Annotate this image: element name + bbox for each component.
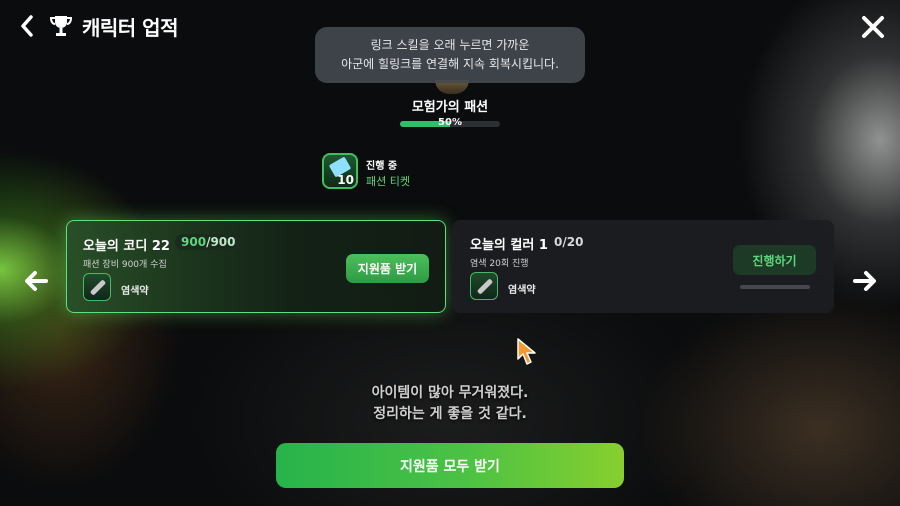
inventory-notice: 아이템이 많아 무거워졌다. 정리하는 게 좋을 것 같다. bbox=[300, 383, 600, 425]
tooltip-line-1: 링크 스킬을 오래 누르면 가까운 bbox=[370, 38, 530, 52]
quest-description: 패션 장비 900개 수집 bbox=[83, 260, 167, 270]
close-icon bbox=[862, 16, 884, 38]
go-progress-button[interactable]: 진행하기 bbox=[733, 245, 816, 275]
reward-label: 염색약 bbox=[121, 286, 149, 297]
arrow-right-icon bbox=[853, 271, 876, 291]
ticket-count: 10 bbox=[337, 173, 354, 187]
ticket-status: 진행 중 bbox=[366, 161, 398, 172]
ticket-icon: 10 bbox=[322, 153, 358, 189]
season-title: 모험가의 패션 bbox=[411, 100, 489, 115]
notice-line-1: 아이템이 많아 무거워졌다. bbox=[371, 385, 529, 401]
notice-line-2: 정리하는 게 좋을 것 같다. bbox=[373, 406, 527, 422]
dye-vial-icon bbox=[470, 272, 498, 300]
back-button[interactable] bbox=[14, 12, 40, 40]
quest-title: 오늘의 컬러 1 bbox=[470, 238, 548, 253]
quest-count: 900/900 bbox=[175, 234, 242, 250]
close-button[interactable] bbox=[858, 12, 888, 42]
prev-page-button[interactable] bbox=[22, 266, 52, 296]
quest-count-current: 900 bbox=[181, 235, 207, 249]
dye-vial-icon bbox=[83, 273, 111, 301]
quest-progress-bar bbox=[740, 285, 810, 289]
next-page-button[interactable] bbox=[849, 266, 879, 296]
quest-count-total: /900 bbox=[206, 235, 236, 249]
quest-title: 오늘의 코디 22 bbox=[83, 239, 170, 254]
ticket-name: 패션 티켓 bbox=[366, 175, 410, 188]
reward-label: 염색약 bbox=[508, 285, 536, 296]
claim-reward-button[interactable]: 지원품 받기 bbox=[346, 254, 429, 283]
cursor-icon bbox=[517, 338, 536, 365]
tooltip-line-2: 아군에 힐링크를 연결해 지속 회복시킵니다. bbox=[341, 57, 559, 71]
page-title: 캐릭터 업적 bbox=[82, 16, 178, 40]
claim-all-button[interactable]: 지원품 모두 받기 bbox=[276, 443, 624, 488]
quest-count: 0/20 bbox=[554, 235, 584, 249]
back-arrow-icon bbox=[21, 15, 33, 37]
skill-tooltip: 링크 스킬을 오래 누르면 가까운 아군에 힐링크를 연결해 지속 회복시킵니다… bbox=[315, 27, 585, 83]
season-progress-label: 50% bbox=[438, 117, 462, 128]
trophy-icon bbox=[50, 16, 72, 36]
quest-description: 염색 20회 진행 bbox=[470, 259, 529, 269]
arrow-left-icon bbox=[25, 271, 48, 291]
